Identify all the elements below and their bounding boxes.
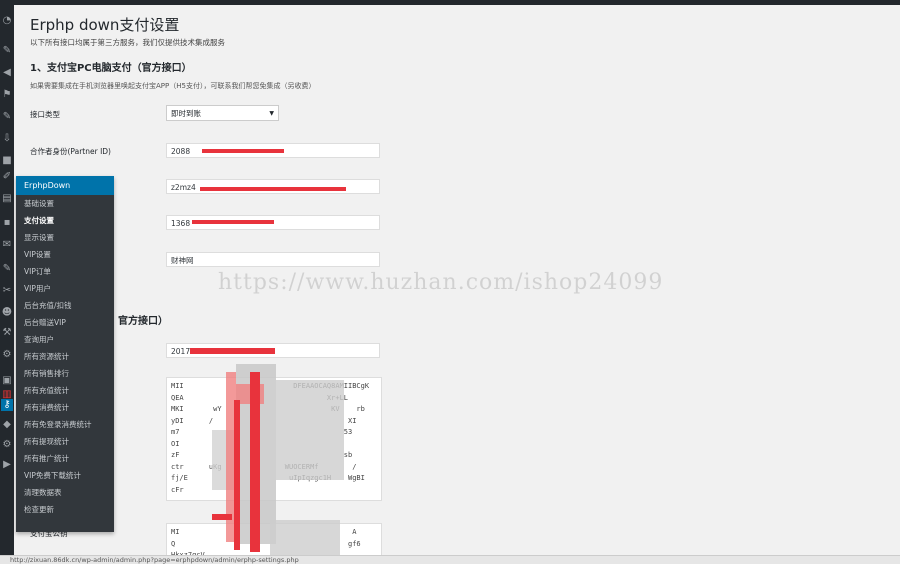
gear-icon[interactable]: ⚙ (1, 439, 13, 451)
pin-icon[interactable]: ✎ (1, 45, 13, 57)
redaction-mark (234, 400, 240, 550)
interface-type-select[interactable]: 即时到账 ▼ (166, 105, 279, 121)
submenu-item[interactable]: 所有推广统计 (16, 450, 114, 467)
pin-icon[interactable]: ✎ (1, 111, 13, 123)
browser-status-bar: http://zixuan.86dk.cn/wp-admin/admin.php… (0, 555, 900, 564)
alipay-account-value: 1368 (171, 219, 191, 228)
megaphone-icon[interactable]: ◀ (1, 67, 13, 79)
submenu-item[interactable]: VIP设置 (16, 246, 114, 263)
wrench-icon[interactable]: ⚒ (1, 327, 13, 339)
partner-id-label: 合作者身份(Partner ID) (30, 147, 111, 156)
submenu-header[interactable]: ErphpDown (16, 176, 114, 195)
submenu-item[interactable]: 所有充值统计 (16, 382, 114, 399)
submenu-item-current[interactable]: 支付设置 (16, 212, 114, 229)
admin-top-bar (0, 0, 900, 5)
submenu-item[interactable]: VIP免费下载统计 (16, 467, 114, 484)
submenu-item[interactable]: 所有销售排行 (16, 365, 114, 382)
redaction-blur (270, 520, 340, 556)
redaction-mark (250, 372, 260, 552)
redaction-mark (192, 220, 274, 224)
chevron-down-icon: ▼ (269, 110, 274, 117)
shield-icon[interactable]: ◆ (1, 419, 13, 431)
redaction-mark (200, 187, 346, 191)
submenu-item[interactable]: 后台充值/扣钱 (16, 297, 114, 314)
page-subtitle: 以下所有接口均属于第三方服务，我们仅提供技术集成服务 (30, 38, 225, 47)
submenu-item[interactable]: 显示设置 (16, 229, 114, 246)
seller-name-value: 财神网 (171, 256, 194, 265)
submenu-item[interactable]: 所有消费统计 (16, 399, 114, 416)
submenu-item[interactable]: VIP订单 (16, 263, 114, 280)
mail-icon[interactable]: ✉ (1, 239, 13, 251)
video-icon[interactable]: ■ (1, 155, 13, 167)
submenu-item[interactable]: 后台赠送VIP (16, 314, 114, 331)
pin-icon[interactable]: ✎ (1, 263, 13, 275)
erphpdown-submenu: ErphpDown 基础设置 支付设置 显示设置 VIP设置 VIP订单 VIP… (16, 176, 114, 532)
submenu-item[interactable]: 所有提现统计 (16, 433, 114, 450)
brush-icon[interactable]: ✐ (1, 171, 13, 183)
users-icon[interactable]: ☻ (1, 307, 13, 319)
dashboard-icon[interactable]: ◔ (1, 15, 13, 27)
tools-icon[interactable]: ✂ (1, 285, 13, 297)
submenu-item[interactable]: VIP用户 (16, 280, 114, 297)
settings-icon[interactable]: ⚙ (1, 349, 13, 361)
watermark-text: https://www.huzhan.com/ishop24099 (218, 270, 664, 295)
submenu-item[interactable]: 清理数据表 (16, 484, 114, 501)
interface-type-value: 即时到账 (171, 109, 201, 118)
section-heading-alipay-2: 官方接口） (118, 316, 168, 327)
comments-icon[interactable]: ▪ (1, 217, 13, 229)
admin-sidebar: ◔ ✎ ◀ ⚑ ✎ ⇩ ■ ✐ ▤ ▪ ✉ ✎ ✂ ☻ ⚒ ⚙ ▣ ▥ ⚷ ◆ … (0, 5, 14, 556)
security-key-value: z2mz4 (171, 183, 196, 192)
partner-id-value: 2088 (171, 147, 191, 156)
play-icon[interactable]: ▶ (1, 459, 13, 471)
redaction-mark (190, 348, 275, 354)
seller-name-input[interactable]: 财神网 (166, 252, 380, 267)
section-heading-alipay-pc: 1、支付宝PC电脑支付（官方接口） (30, 63, 192, 74)
submenu-item[interactable]: 所有资源统计 (16, 348, 114, 365)
submenu-item[interactable]: 基础设置 (16, 195, 114, 212)
redaction-mark (212, 514, 232, 520)
redaction-blur (276, 380, 344, 480)
redaction-mark (202, 149, 284, 153)
download-icon[interactable]: ⇩ (1, 133, 13, 145)
appid-value: 2017 (171, 347, 191, 356)
interface-type-label: 接口类型 (30, 110, 60, 119)
media-icon[interactable]: ▣ (1, 375, 13, 387)
submenu-item[interactable]: 检查更新 (16, 501, 114, 518)
section-description: 如果需要集成在手机浏览器里唤起支付宝APP（H5支付），可联系我们帮您免集成（另… (30, 82, 316, 90)
flag-icon[interactable]: ⚑ (1, 89, 13, 101)
page-title: Erphp down支付设置 (30, 16, 180, 34)
key-icon[interactable]: ⚷ (1, 399, 13, 411)
submenu-item[interactable]: 查询用户 (16, 331, 114, 348)
submenu-item[interactable]: 所有免登录消费统计 (16, 416, 114, 433)
pages-icon[interactable]: ▤ (1, 193, 13, 205)
